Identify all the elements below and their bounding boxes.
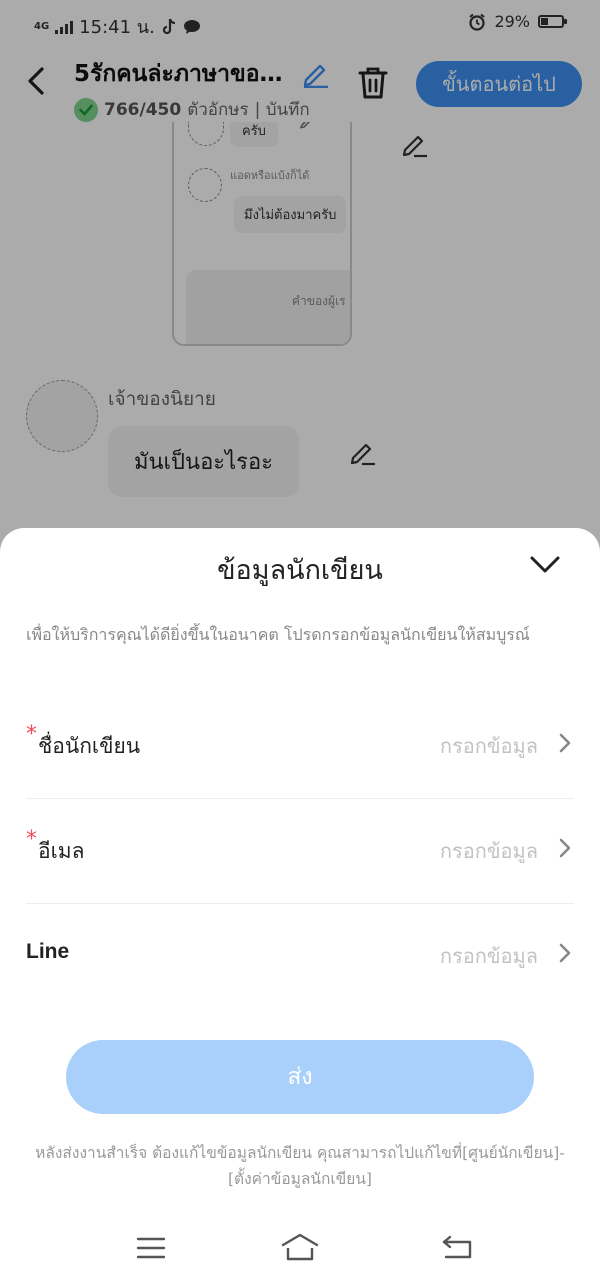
writer-name-field[interactable]: * ชื่อนักเขียน กรอกข้อมูล (26, 694, 574, 799)
home-icon[interactable] (280, 1232, 320, 1262)
system-nav-bar (0, 1222, 600, 1282)
back-nav-icon[interactable] (441, 1234, 473, 1260)
submit-button[interactable]: ส่ง (66, 1040, 534, 1114)
field-placeholder: กรอกข้อมูล (439, 734, 538, 758)
chevron-down-icon[interactable] (527, 550, 563, 578)
chevron-right-icon (559, 733, 571, 753)
email-field[interactable]: * อีเมล กรอกข้อมูล (26, 799, 574, 904)
footer-note: หลังส่งงานสำเร็จ ต้องแก้ไขข้อมูลนักเขียน… (35, 1144, 565, 1188)
chevron-right-icon (559, 838, 571, 858)
line-id-field[interactable]: Line กรอกข้อมูล (26, 904, 574, 1009)
menu-icon[interactable] (136, 1236, 166, 1260)
sheet-title: ข้อมูลนักเขียน (217, 555, 383, 586)
field-label: อีเมล (38, 839, 85, 863)
chevron-right-icon (559, 943, 571, 963)
field-label: Line (26, 940, 70, 963)
required-mark: * (26, 722, 37, 747)
field-placeholder: กรอกข้อมูล (439, 839, 538, 863)
field-label: ชื่อนักเขียน (38, 734, 141, 758)
field-placeholder: กรอกข้อมูล (439, 944, 538, 968)
required-mark: * (26, 827, 37, 852)
sheet-description: เพื่อให้บริการคุณได้ดียิ่งขึ้นในอนาคต โป… (26, 625, 530, 644)
writer-info-sheet: ข้อมูลนักเขียน เพื่อให้บริการคุณได้ดียิ่… (0, 528, 600, 1287)
